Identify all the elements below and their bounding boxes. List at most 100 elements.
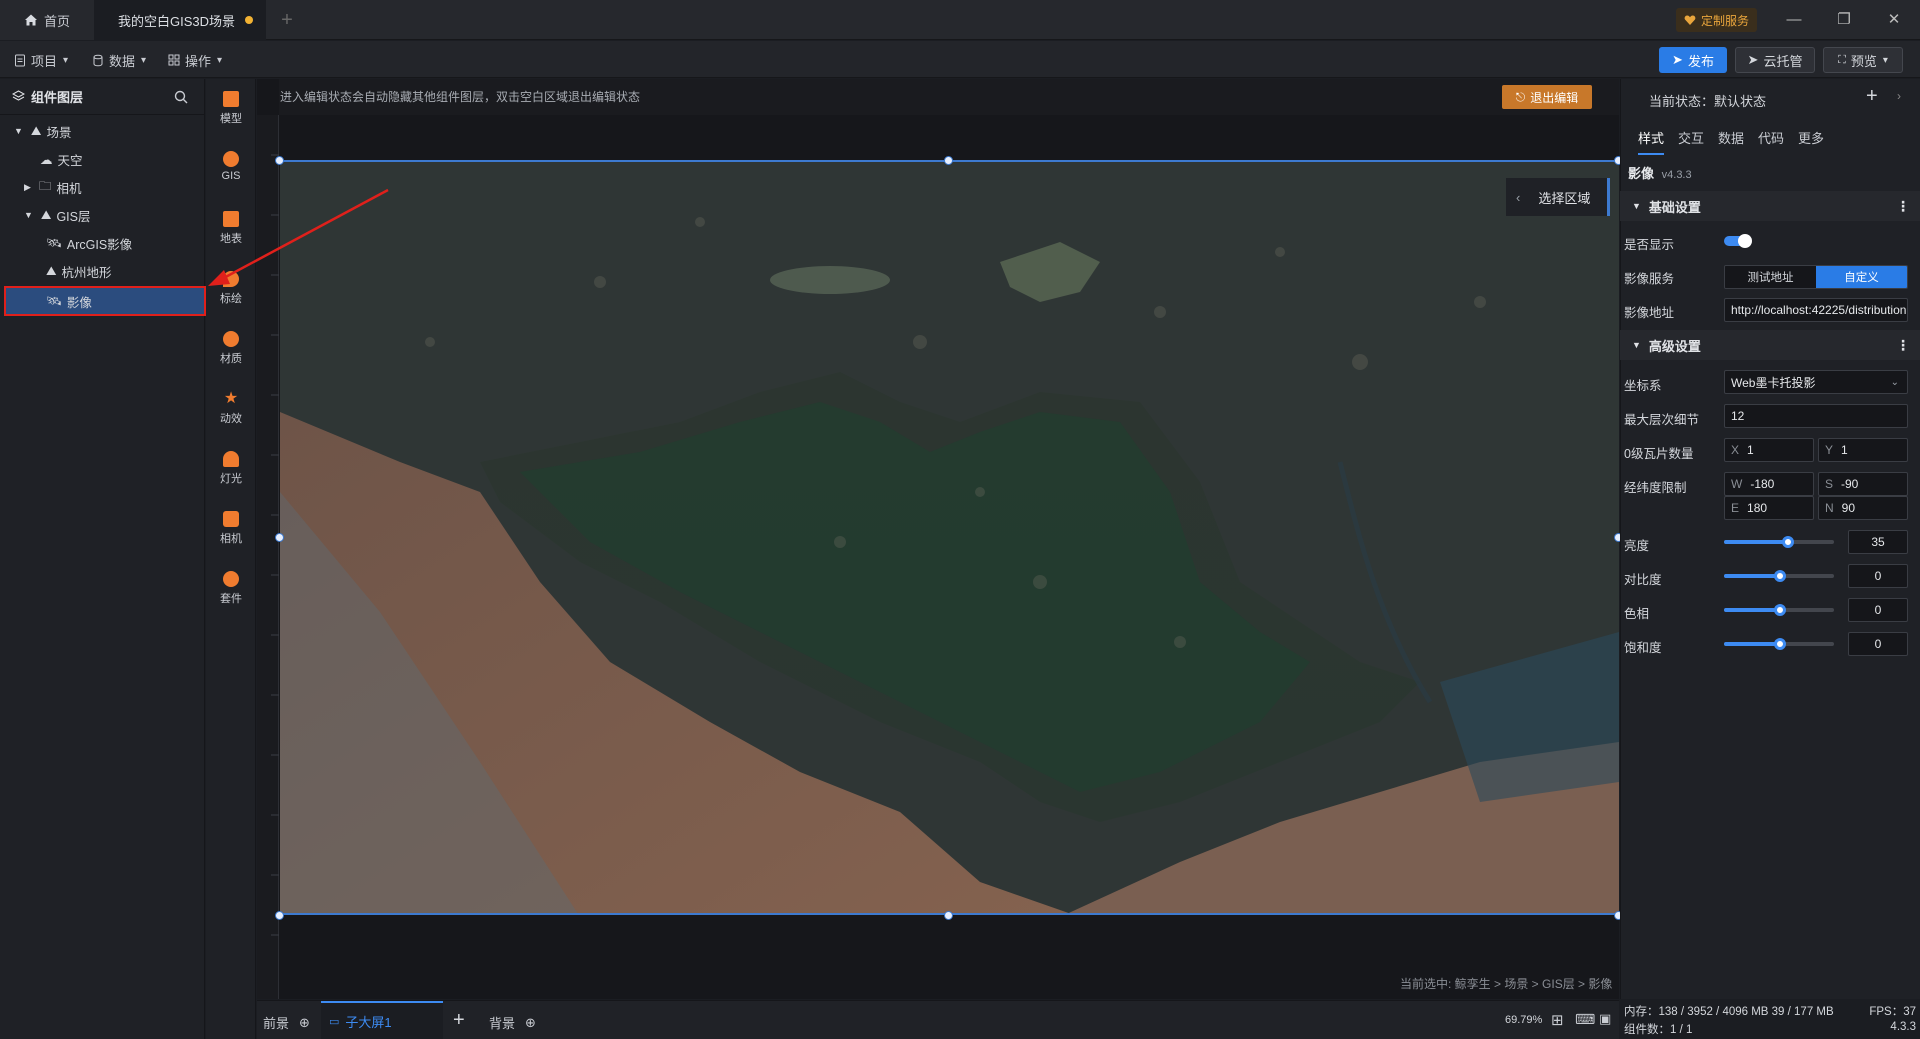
saturation-input[interactable]: 0 <box>1848 632 1908 656</box>
hue-fill <box>1724 608 1780 612</box>
add-circle-icon[interactable]: ⊕ <box>299 1015 310 1031</box>
tree-item-camera[interactable]: ▶ 🗀 相机 <box>24 175 81 199</box>
more-vertical-icon[interactable]: ⋮ <box>1896 337 1910 354</box>
select-area-button[interactable]: ‹ 选择区域 <box>1506 178 1610 216</box>
layers-icon <box>12 90 25 101</box>
resize-handle[interactable] <box>275 911 284 920</box>
tree-item-scene[interactable]: ▼ ⛰ 场景 <box>14 119 71 143</box>
fit-screen-icon[interactable]: ⊞ <box>1551 1011 1564 1029</box>
brightness-knob[interactable] <box>1782 536 1794 548</box>
menu-data[interactable]: 数据 ▾ <box>92 48 146 72</box>
star-icon: ★ <box>223 390 239 407</box>
tool-label: 标绘 <box>220 293 242 305</box>
background-label: 背景 <box>489 1016 516 1031</box>
resize-handle[interactable] <box>944 156 953 165</box>
tool-label: 灯光 <box>220 473 242 485</box>
bounds-s-input[interactable]: S -90 <box>1818 472 1908 496</box>
tool-gis[interactable]: GIS <box>206 151 256 182</box>
bounds-w-input[interactable]: W -180 <box>1724 472 1814 496</box>
exit-edit-label: 退出编辑 <box>1530 90 1579 105</box>
tool-label: 相机 <box>220 533 242 545</box>
tree-item-sky[interactable]: ☁ 天空 <box>40 147 83 171</box>
tree-item-hangzhou-terrain[interactable]: ⛰ 杭州地形 <box>46 259 112 283</box>
add-screen-button[interactable]: + <box>453 1009 465 1032</box>
background-tab[interactable]: 背景 ⊕ <box>489 1013 536 1032</box>
hue-label: 色相 <box>1624 607 1650 621</box>
resize-handle[interactable] <box>275 533 284 542</box>
status-bar: 内存：138 / 3952 / 4096 MB 39 / 177 MB FPS：… <box>1620 999 1920 1039</box>
file-icon <box>15 54 25 66</box>
max-level-input[interactable]: 12 <box>1724 404 1908 428</box>
zoom-level[interactable]: 69.79% <box>1505 1014 1542 1026</box>
tiles-x-input[interactable]: X1 <box>1724 438 1814 462</box>
crs-select[interactable]: Web墨卡托投影 ⌄ <box>1724 370 1908 394</box>
light-icon <box>223 451 239 467</box>
terminal-icon[interactable]: ▣ <box>1599 1011 1611 1027</box>
tiles-y-input[interactable]: Y1 <box>1818 438 1908 462</box>
brightness-input[interactable]: 35 <box>1848 530 1908 554</box>
service-option-test[interactable]: 测试地址 <box>1725 266 1816 288</box>
contrast-knob[interactable] <box>1774 570 1786 582</box>
exit-edit-button[interactable]: ⎋ 退出编辑 <box>1502 85 1592 109</box>
tab-home[interactable]: 首页 <box>0 0 94 40</box>
grid-icon <box>168 54 180 66</box>
annotation-arrow <box>208 188 389 286</box>
tool-camera[interactable]: 相机 <box>206 511 256 546</box>
cloud-icon: ☁ <box>40 152 53 167</box>
sub-screen-label: 子大屏1 <box>345 1014 392 1030</box>
contrast-fill <box>1724 574 1780 578</box>
bounds-e-input[interactable]: E 180 <box>1724 496 1814 520</box>
w-prefix: W <box>1731 477 1743 491</box>
tiles-label: 0级瓦片数量 <box>1624 447 1694 461</box>
hue-input[interactable]: 0 <box>1848 598 1908 622</box>
tree-item-imagery-selected[interactable]: 🛰 影像 <box>4 286 206 316</box>
menu-project[interactable]: 项目 ▾ <box>14 48 68 72</box>
bounds-n-input[interactable]: N 90 <box>1818 496 1908 520</box>
search-icon[interactable] <box>174 90 188 104</box>
show-toggle[interactable] <box>1724 234 1752 248</box>
layer-panel-title: 组件图层 <box>31 90 84 105</box>
hue-knob[interactable] <box>1774 604 1786 616</box>
folder-icon: 🗀 <box>38 178 52 193</box>
tree-item-label: GIS层 <box>56 209 91 224</box>
chevron-down-icon: ▾ <box>141 54 147 66</box>
bounds-w-value: -180 <box>1750 477 1775 491</box>
crs-value: Web墨卡托投影 <box>1731 375 1816 390</box>
tool-label: 套件 <box>220 593 242 605</box>
keyboard-icon[interactable]: ⌨ <box>1575 1011 1595 1028</box>
service-label: 影像服务 <box>1624 272 1675 286</box>
tool-model[interactable]: 模型 <box>206 91 256 126</box>
bounds-e-value: 180 <box>1747 501 1768 515</box>
foreground-tab[interactable]: 前景 ⊕ <box>263 1013 310 1032</box>
chevron-down-icon: ▾ <box>63 54 69 66</box>
tree-item-label: 场景 <box>46 125 72 140</box>
advanced-settings-header[interactable]: ▼ 高级设置 ⋮ <box>1620 330 1920 360</box>
tool-kit[interactable]: 套件 <box>206 571 256 606</box>
imagery-map-view[interactable] <box>280 160 1619 915</box>
tab-scene[interactable]: 我的空白GIS3D场景 <box>94 0 266 40</box>
add-circle-icon[interactable]: ⊕ <box>525 1015 536 1031</box>
contrast-label: 对比度 <box>1624 573 1662 587</box>
service-option-custom[interactable]: 自定义 <box>1816 266 1907 288</box>
resize-handle[interactable] <box>275 156 284 165</box>
resize-handle[interactable] <box>944 911 953 920</box>
menu-operate[interactable]: 操作 ▾ <box>168 48 222 72</box>
breadcrumb: 当前选中: 鲸孪生 > 场景 > GIS层 > 影像 <box>1400 977 1613 991</box>
tool-effect[interactable]: ★ 动效 <box>206 391 256 426</box>
url-input[interactable]: http://localhost:42225/distribution <box>1724 298 1908 322</box>
add-tab-button[interactable]: + <box>272 0 302 40</box>
saturation-knob[interactable] <box>1774 638 1786 650</box>
tool-light[interactable]: 灯光 <box>206 451 256 486</box>
tree-item-label: 相机 <box>56 181 82 196</box>
tree-item-gis-layer[interactable]: ▼ ⛰ GIS层 <box>24 203 90 227</box>
tree-item-arcgis-imagery[interactable]: 🛰 ArcGIS影像 <box>46 231 132 255</box>
contrast-input[interactable]: 0 <box>1848 564 1908 588</box>
globe-icon <box>223 151 239 167</box>
menu-operate-label: 操作 <box>185 53 212 69</box>
tree-item-label: 天空 <box>57 153 83 168</box>
tool-material[interactable]: 材质 <box>206 331 256 366</box>
model-icon <box>223 91 239 107</box>
tab-home-label: 首页 <box>44 13 71 29</box>
satellite-icon: 🛰 <box>46 293 62 308</box>
tab-sub-screen[interactable]: ▭ 子大屏1 <box>321 1001 443 1039</box>
